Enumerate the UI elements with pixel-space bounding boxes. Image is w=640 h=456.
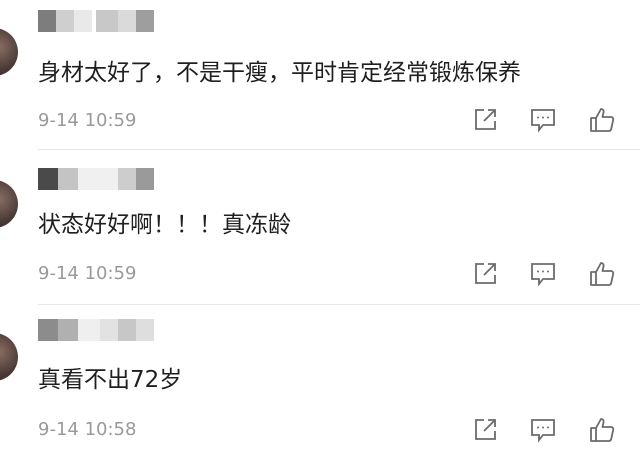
share-icon[interactable]: [472, 417, 498, 443]
like-icon[interactable]: [588, 106, 616, 134]
comment-icon[interactable]: [529, 107, 557, 133]
share-icon[interactable]: [472, 261, 498, 287]
comment-actions: [472, 106, 616, 134]
comment-item: 真看不出72岁 9-14 10:58: [0, 305, 640, 456]
comment-text: 真看不出72岁: [38, 367, 183, 393]
comment-timestamp: 9-14 10:59: [38, 110, 137, 131]
comment-actions: [472, 416, 616, 444]
comment-icon[interactable]: [529, 417, 557, 443]
username-redacted[interactable]: [38, 168, 198, 190]
like-icon[interactable]: [588, 416, 616, 444]
comment-timestamp: 9-14 10:58: [38, 419, 137, 440]
avatar[interactable]: [0, 28, 18, 76]
avatar[interactable]: [0, 333, 18, 381]
comment-item: 状态好好啊！！！真冻龄 9-14 10:59: [0, 150, 640, 305]
comment-actions: [472, 260, 616, 288]
username-redacted[interactable]: [38, 319, 198, 341]
comment-icon[interactable]: [529, 261, 557, 287]
comment-item: 身材太好了，不是干瘦，平时肯定经常锻炼保养 9-14 10:59: [0, 0, 640, 150]
comment-timestamp: 9-14 10:59: [38, 263, 137, 284]
comment-text: 状态好好啊！！！真冻龄: [38, 212, 291, 238]
share-icon[interactable]: [472, 107, 498, 133]
comment-text: 身材太好了，不是干瘦，平时肯定经常锻炼保养: [38, 60, 521, 86]
like-icon[interactable]: [588, 260, 616, 288]
avatar[interactable]: [0, 180, 18, 228]
username-redacted[interactable]: [38, 10, 198, 32]
